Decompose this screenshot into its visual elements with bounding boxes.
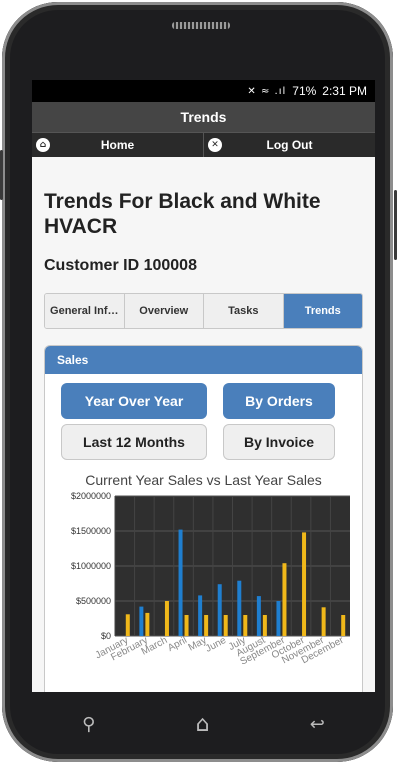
customer-id: Customer ID 100008 <box>44 257 197 274</box>
close-icon: ✕ <box>208 138 222 152</box>
tab-bar: General Inf… Overview Tasks Trends <box>44 293 363 329</box>
by-orders-button[interactable]: By Orders <box>223 383 335 419</box>
status-time: 2:31 PM <box>322 84 367 98</box>
bar-series2-january <box>125 614 130 636</box>
bar-series2-october <box>302 532 307 636</box>
home-icon: ⌂ <box>36 138 50 152</box>
bar-series2-september <box>282 563 287 636</box>
bar-series2-december <box>341 615 346 636</box>
bar-series2-march <box>164 601 169 636</box>
bar-series1-september <box>276 601 281 636</box>
x-tick-label: June <box>204 635 229 655</box>
y-tick-label: $1500000 <box>71 526 111 536</box>
x-tick-label: April <box>166 635 189 654</box>
bar-series2-august <box>262 615 267 636</box>
last-12-months-button[interactable]: Last 12 Months <box>61 424 207 460</box>
home-label: Home <box>100 138 135 152</box>
bar-series1-june <box>217 584 222 636</box>
y-tick-label: $2000000 <box>71 491 111 501</box>
chart-title: Current Year Sales vs Last Year Sales <box>85 472 322 488</box>
year-over-year-button[interactable]: Year Over Year <box>61 383 207 419</box>
tab-overview[interactable]: Overview <box>124 294 204 328</box>
bar-series2-april <box>184 615 189 636</box>
tab-general-info[interactable]: General Inf… <box>45 294 125 328</box>
signal-icons: ✕ ≈ .ıl <box>247 85 287 97</box>
y-tick-label: $500000 <box>76 596 111 606</box>
screen: ✕ ≈ .ıl 71% 2:31 PM Trends ⌂ Home ✕ Log … <box>32 80 375 692</box>
logout-button[interactable]: ✕ Log Out <box>204 133 375 157</box>
bar-series2-may <box>204 615 209 636</box>
tab-trends[interactable]: Trends <box>283 294 362 328</box>
status-bar: ✕ ≈ .ıl 71% 2:31 PM <box>32 80 375 102</box>
sales-panel: Sales Year Over Year By Orders Last 12 M… <box>44 345 363 692</box>
bar-series2-july <box>243 615 248 636</box>
sales-panel-title[interactable]: Sales <box>45 346 362 374</box>
tab-tasks[interactable]: Tasks <box>204 294 284 328</box>
home-button[interactable]: ⌂ Home <box>32 133 204 157</box>
battery-level: 71% <box>292 84 317 98</box>
y-tick-label: $1000000 <box>71 561 111 571</box>
speaker-grille <box>172 22 230 29</box>
logout-label: Log Out <box>266 138 313 152</box>
bar-series1-may <box>198 595 203 636</box>
nav-bar: ⌂ Home ✕ Log Out <box>32 132 375 157</box>
bar-series2-february <box>145 612 150 636</box>
volume-button <box>0 150 3 200</box>
page-title: Trends For Black and White HVACR <box>44 190 321 238</box>
y-tick-label: $0 <box>101 631 111 641</box>
bar-series1-july <box>237 580 242 636</box>
by-invoice-button[interactable]: By Invoice <box>223 424 335 460</box>
sales-button-row-1: Year Over Year By Orders <box>45 383 362 419</box>
bar-series2-november <box>321 607 326 636</box>
page-header-title: Trends <box>32 102 375 132</box>
search-icon[interactable]: ⚲ <box>82 714 95 735</box>
home-outline-icon[interactable]: ⌂ <box>196 712 210 737</box>
main-content: Trends For Black and White HVACR Custome… <box>32 189 375 692</box>
bar-series1-february <box>139 606 144 636</box>
back-arrow-icon[interactable]: ↩ <box>310 714 325 735</box>
sales-button-row-2: Last 12 Months By Invoice <box>45 424 362 460</box>
bar-series1-august <box>256 596 261 636</box>
bar-series1-april <box>178 529 183 636</box>
android-nav-bar: ⚲ ⌂ ↩ <box>32 692 375 756</box>
bar-series2-june <box>223 615 228 636</box>
sales-chart: $0$500000$1000000$1500000$2000000January… <box>71 491 350 668</box>
